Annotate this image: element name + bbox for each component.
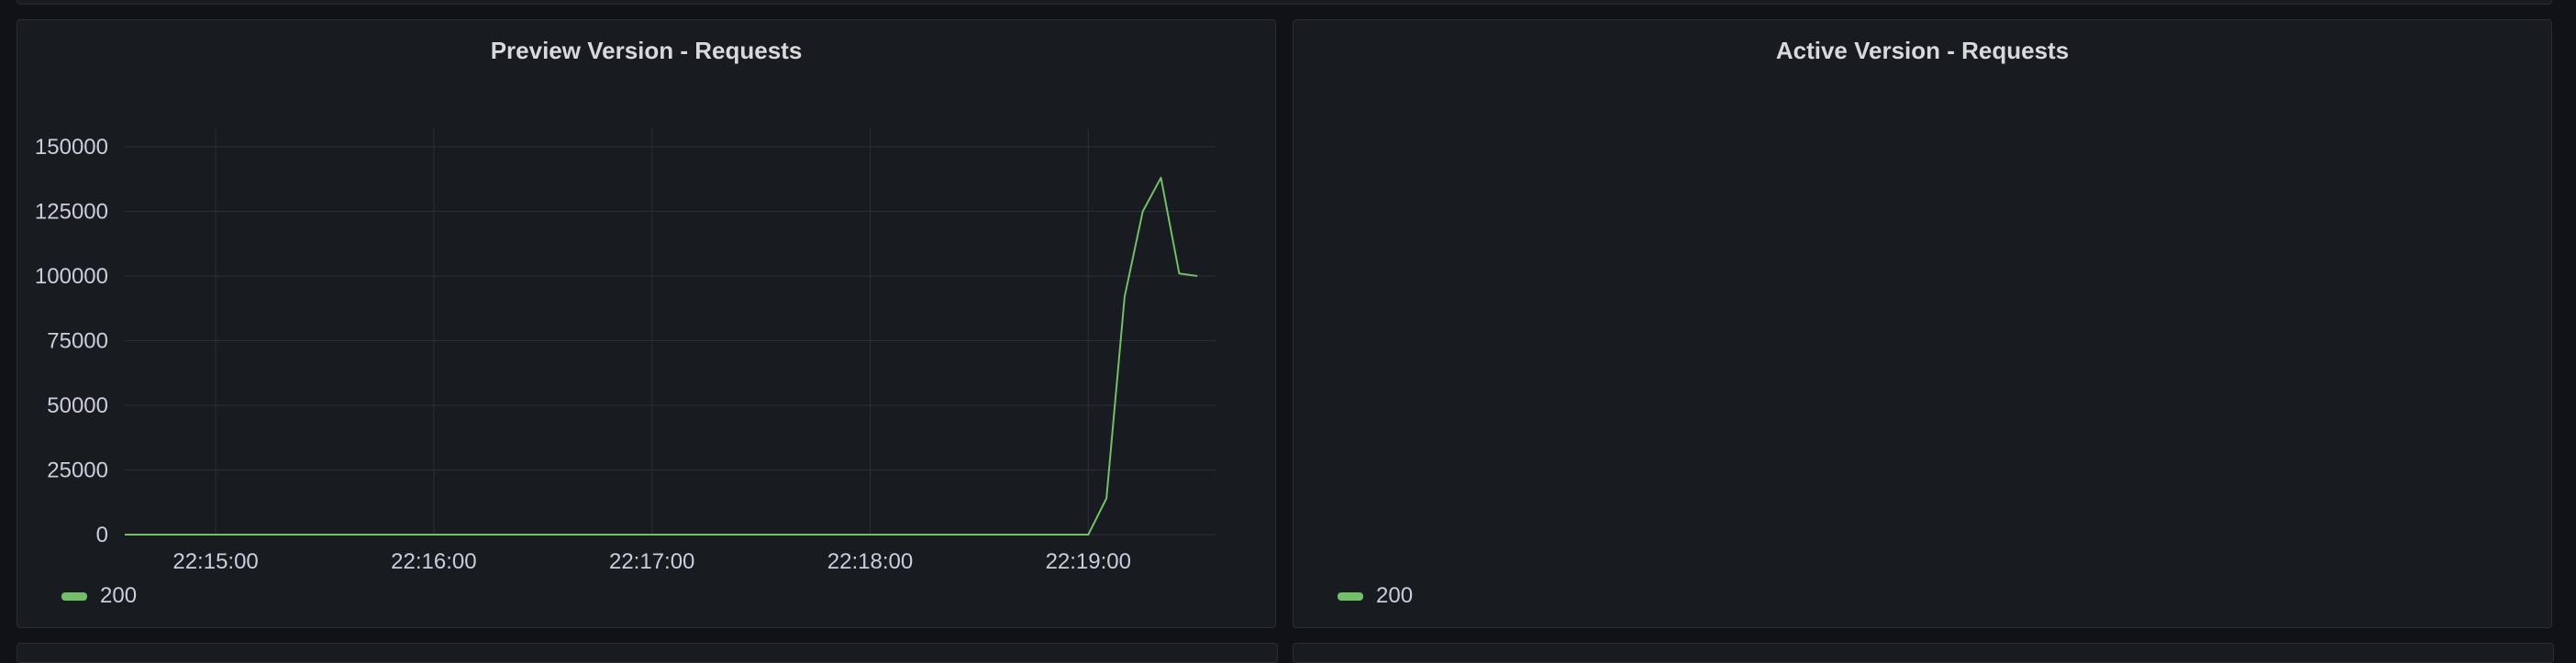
x-tick-label: 22:18:00 (827, 549, 913, 574)
y-tick-label: 75000 (47, 329, 108, 354)
panel-edge-bottom-right (1293, 643, 2554, 663)
y-tick-label: 25000 (47, 459, 108, 483)
legend[interactable]: 200 (61, 583, 137, 609)
preview-requests-chart: 0 25000 50000 75000 100000 125000 150000 22:15:… (35, 128, 1216, 574)
y-tick-label: 50000 (47, 393, 108, 418)
panel-edge-bottom-left (17, 643, 1278, 663)
legend-swatch-icon (1338, 591, 1363, 601)
series-line (125, 176, 1198, 536)
active-requests-chart: 5010015020025022:15:0022:16:0022:17:0022… (1294, 20, 2553, 629)
preview-requests-panel[interactable]: Preview Version - Requests 0 25000 50000 75… (17, 19, 1276, 628)
y-tick-label: 125000 (35, 200, 108, 225)
y-tick-label: 150000 (35, 135, 108, 160)
legend[interactable]: 200 (1338, 583, 1413, 609)
x-tick-label: 22:17:00 (609, 549, 694, 574)
legend-label: 200 (100, 583, 138, 608)
x-tick-label: 22:19:00 (1046, 549, 1131, 574)
x-tick-label: 22:16:00 (391, 549, 476, 574)
legend-label: 200 (1376, 583, 1414, 608)
active-requests-panel[interactable]: Active Version - Requests 50100150200250… (1293, 19, 2552, 628)
y-tick-label: 0 (96, 523, 108, 547)
y-tick-label: 100000 (35, 264, 108, 289)
legend-swatch-icon (61, 591, 87, 601)
x-tick-label: 22:15:00 (172, 549, 258, 574)
panel-edge-top (17, 0, 2552, 5)
